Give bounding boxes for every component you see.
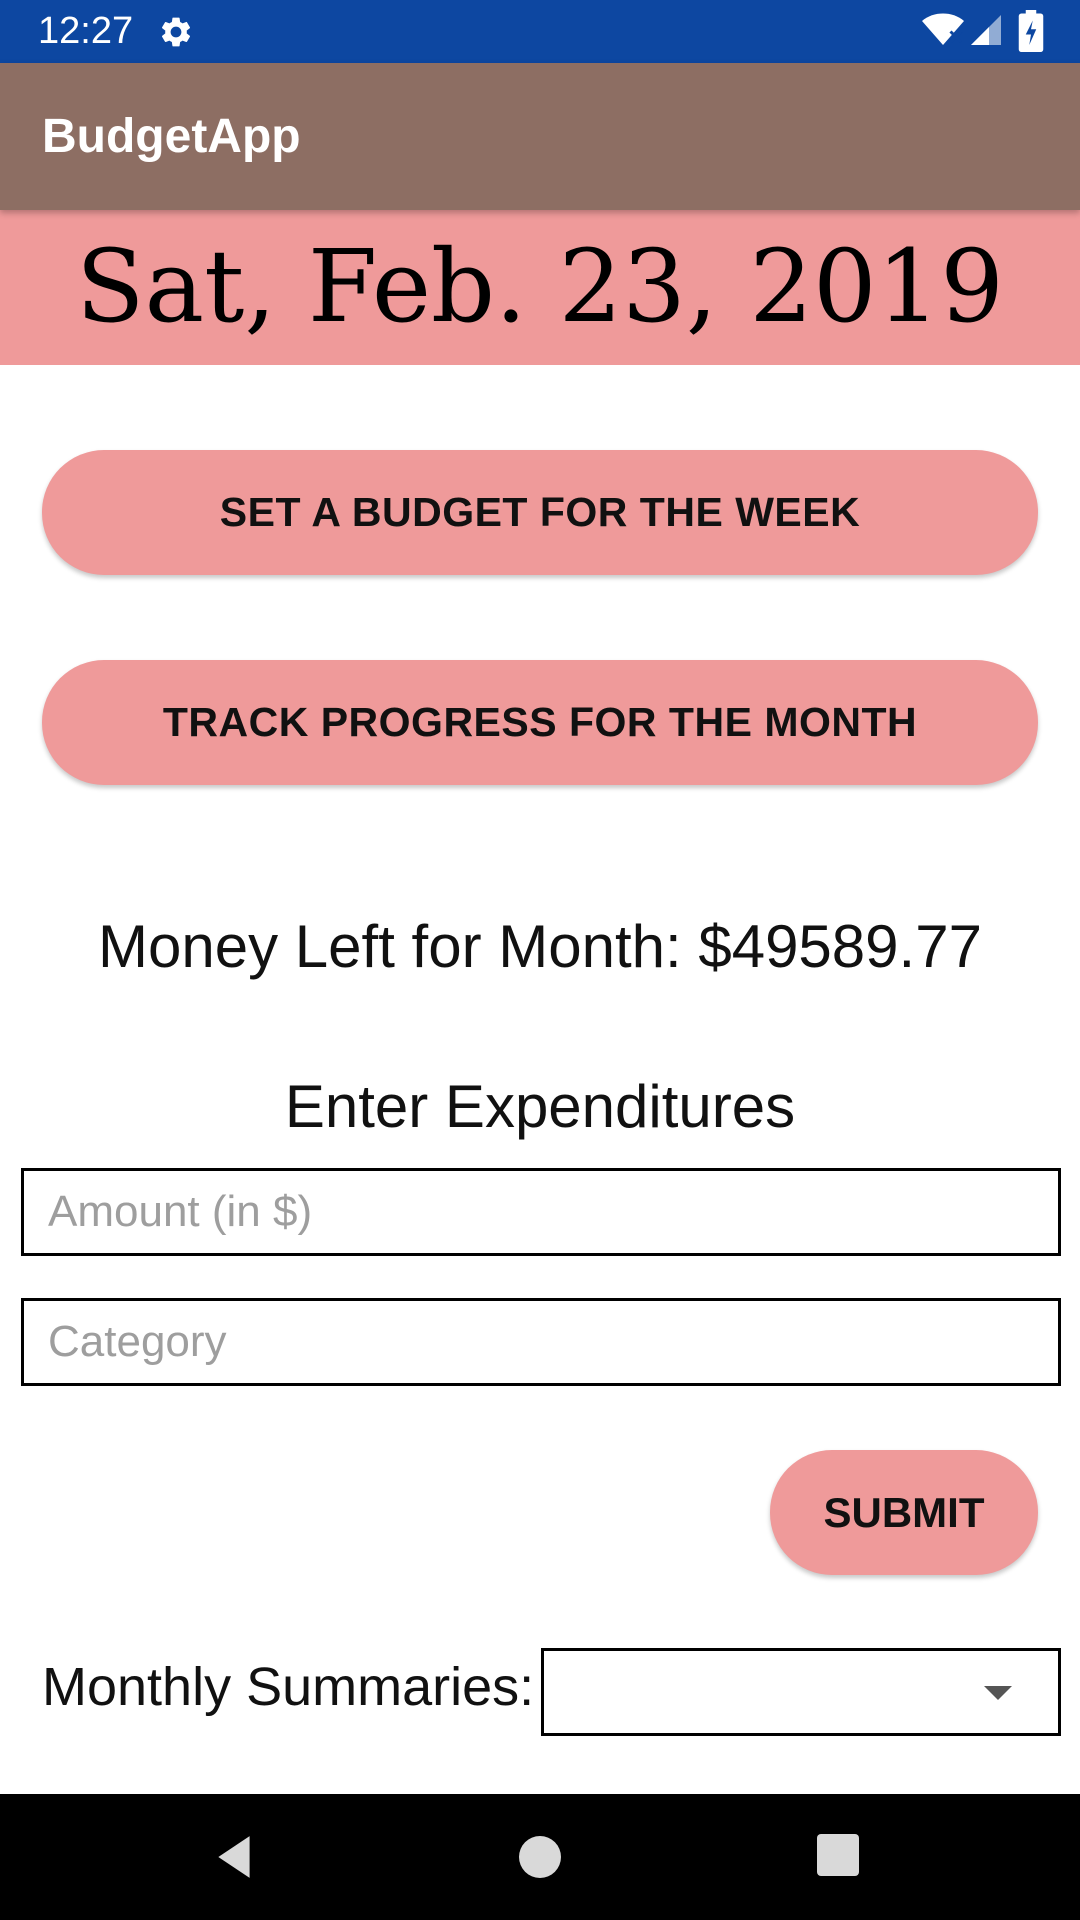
category-field-container	[21, 1298, 1061, 1386]
status-bar: 12:27	[0, 0, 1080, 63]
signal-icon	[971, 15, 1001, 45]
amount-field-container	[21, 1168, 1061, 1256]
amount-input[interactable]	[24, 1171, 1058, 1253]
back-icon[interactable]	[210, 1832, 260, 1882]
gear-icon	[161, 17, 191, 47]
wifi-icon	[922, 13, 964, 45]
app-title: BudgetApp	[42, 110, 301, 163]
set-weekly-budget-button[interactable]: SET A BUDGET FOR THE WEEK	[42, 450, 1038, 575]
battery-icon	[1018, 10, 1044, 52]
monthly-summaries-label: Monthly Summaries:	[42, 1657, 535, 1717]
enter-expenditures-heading: Enter Expenditures	[284, 1073, 796, 1140]
monthly-summaries-dropdown[interactable]	[541, 1648, 1061, 1736]
date-banner: Sat, Feb. 23, 2019	[0, 210, 1080, 365]
category-input[interactable]	[24, 1301, 1058, 1383]
money-left-label: Money Left for Month: $49589.77	[98, 913, 982, 980]
current-date: Sat, Feb. 23, 2019	[76, 228, 1004, 345]
screen: 12:27 BudgetApp Sat, Feb. 23, 2019 SET A…	[0, 0, 1080, 1920]
track-monthly-progress-button[interactable]: TRACK PROGRESS FOR THE MONTH	[42, 660, 1038, 785]
app-bar: BudgetApp	[0, 63, 1080, 210]
dropdown-arrow-icon	[984, 1686, 1012, 1700]
home-icon[interactable]	[519, 1836, 561, 1878]
submit-button[interactable]: SUBMIT	[770, 1450, 1038, 1575]
recents-icon[interactable]	[817, 1834, 859, 1876]
navigation-bar	[0, 1794, 1080, 1920]
status-time: 12:27	[38, 10, 134, 52]
